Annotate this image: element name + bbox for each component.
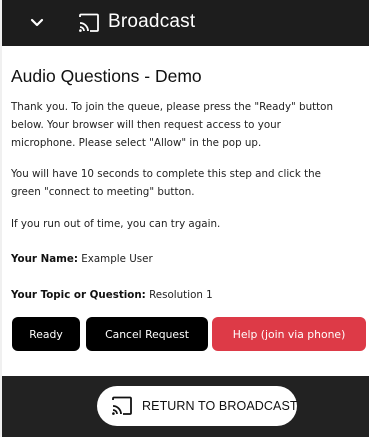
name-value: Example User [81, 253, 153, 265]
chevron-down-icon[interactable] [29, 15, 45, 31]
instructions-line: If you run out of time, you can try agai… [11, 218, 221, 230]
instructions-paragraph-1: Thank you. To join the queue, please pre… [11, 98, 369, 152]
instructions-line: Thank you. To join the queue, please pre… [11, 101, 334, 113]
instructions-line: You will have 10 seconds to complete thi… [11, 168, 321, 180]
return-to-broadcast-label: RETURN TO BROADCAST [142, 399, 298, 413]
instructions-line: green "connect to meeting" button. [11, 186, 195, 198]
topic-value: Resolution 1 [149, 289, 213, 301]
footer-bar: RETURN TO BROADCAST [2, 376, 369, 437]
broadcast-panel: Broadcast Audio Questions - Demo Thank y… [2, 0, 369, 437]
return-to-broadcast-button[interactable]: RETURN TO BROADCAST [97, 386, 298, 426]
name-label: Your Name: [11, 253, 78, 265]
topic-label: Your Topic or Question: [11, 289, 146, 301]
page-title: Audio Questions - Demo [11, 66, 202, 86]
instructions-paragraph-3: If you run out of time, you can try agai… [11, 215, 369, 233]
instructions-paragraph-2: You will have 10 seconds to complete thi… [11, 165, 369, 201]
header-title: Broadcast [108, 11, 196, 32]
header-bar: Broadcast [2, 0, 369, 46]
name-field: Your Name: Example User [11, 253, 153, 265]
cancel-request-button[interactable]: Cancel Request [86, 317, 208, 351]
topic-field: Your Topic or Question: Resolution 1 [11, 289, 213, 301]
cast-icon [79, 13, 99, 32]
help-join-via-phone-button[interactable]: Help (join via phone) [212, 317, 366, 351]
instructions-line: microphone. Please select "Allow" in the… [11, 137, 262, 149]
ready-button[interactable]: Ready [12, 317, 80, 351]
instructions-line: below. Your browser will then request ac… [11, 119, 281, 131]
cast-icon [112, 396, 132, 415]
